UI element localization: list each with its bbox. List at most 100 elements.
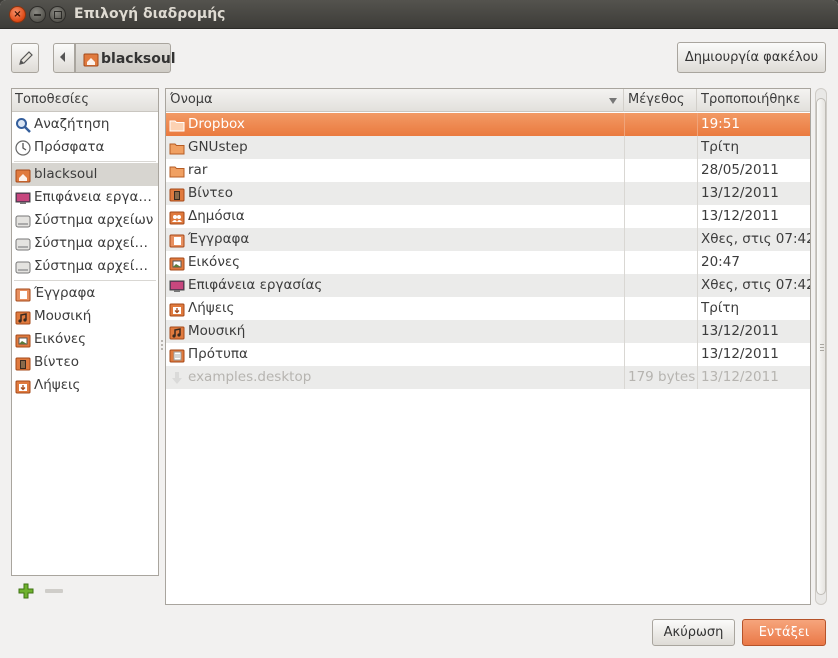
column-divider: [697, 136, 698, 159]
column-divider: [624, 251, 625, 274]
places-separator: [14, 280, 156, 281]
file-modified: Τρίτη: [701, 139, 740, 155]
title-bar: × Επιλογή διαδρομής: [0, 0, 838, 29]
drive-icon: [15, 215, 31, 228]
file-row[interactable]: GNUstep Τρίτη: [166, 136, 810, 159]
remove-bookmark-button[interactable]: [45, 589, 63, 593]
column-divider: [697, 228, 698, 251]
places-header[interactable]: Τοποθεσίες: [12, 89, 158, 112]
place-item-label: Εικόνες: [34, 331, 87, 347]
file-modified: Χθες, στις 07:42: [701, 231, 810, 247]
file-row[interactable]: Επιφάνεια εργασίας Χθες, στις 07:42: [166, 274, 810, 297]
file-row[interactable]: Εικόνες 20:47: [166, 251, 810, 274]
maximize-window-button[interactable]: [49, 6, 66, 23]
file-modified: 13/12/2011: [701, 346, 779, 362]
column-header-name[interactable]: Όνομα: [166, 89, 624, 112]
place-item-search[interactable]: Αναζήτηση: [12, 113, 158, 136]
place-item-filesystem[interactable]: Σύστημα αρχείων: [12, 209, 158, 232]
file-modified: Τρίτη: [701, 300, 740, 316]
file-row[interactable]: Δημόσια 13/12/2011: [166, 205, 810, 228]
drive-icon: [15, 261, 31, 274]
column-divider: [697, 113, 698, 136]
file-row[interactable]: Λήψεις Τρίτη: [166, 297, 810, 320]
place-item-label: Λήψεις: [34, 377, 81, 393]
file-name: Μουσική: [188, 323, 246, 339]
file-row[interactable]: Πρότυπα 13/12/2011: [166, 343, 810, 366]
column-divider: [697, 320, 698, 343]
column-divider: [624, 182, 625, 205]
column-header-size[interactable]: Μέγεθος: [624, 89, 697, 112]
maximize-icon: [50, 7, 65, 22]
place-item-recent[interactable]: Πρόσφατα: [12, 136, 158, 159]
type-location-button[interactable]: [11, 43, 39, 73]
file-name: Δημόσια: [188, 208, 245, 224]
file-row[interactable]: Έγγραφα Χθες, στις 07:42: [166, 228, 810, 251]
column-divider: [697, 251, 698, 274]
place-item-downloads[interactable]: Λήψεις: [12, 374, 158, 397]
minimize-window-button[interactable]: [29, 6, 46, 23]
column-divider: [697, 274, 698, 297]
place-item-pictures[interactable]: Εικόνες: [12, 328, 158, 351]
pane-splitter[interactable]: [161, 340, 164, 350]
path-button-home[interactable]: blacksoul: [75, 43, 176, 73]
column-divider: [697, 182, 698, 205]
create-folder-button[interactable]: Δημιουργία φακέλου: [677, 42, 826, 73]
file-list: Όνομα Μέγεθος Τροποποιήθηκε Dropbox 19:5…: [165, 88, 811, 605]
file-name: Λήψεις: [188, 300, 235, 316]
drive-icon: [15, 238, 31, 251]
add-bookmark-button[interactable]: [17, 582, 35, 600]
file-name: rar: [188, 162, 208, 178]
desktop-icon: [169, 280, 185, 292]
place-item-filesystem-2[interactable]: Σύστημα αρχεί…: [12, 232, 158, 255]
place-item-home[interactable]: blacksoul: [12, 163, 158, 186]
column-divider: [697, 205, 698, 228]
column-divider: [624, 136, 625, 159]
pictures-folder-icon: [169, 257, 185, 271]
close-icon: ×: [13, 9, 22, 20]
file-name: Βίντεο: [188, 185, 234, 201]
file-name: GNUstep: [188, 139, 248, 155]
search-icon: [16, 118, 31, 133]
pictures-folder-icon: [15, 334, 31, 348]
minimize-icon: [30, 7, 45, 22]
templates-folder-icon: [169, 349, 185, 363]
column-divider: [697, 297, 698, 320]
folder-icon: [169, 166, 185, 178]
place-item-label: Μουσική: [34, 308, 92, 324]
column-divider: [624, 343, 625, 366]
place-item-music[interactable]: Μουσική: [12, 305, 158, 328]
file-row[interactable]: Dropbox 19:51: [166, 113, 810, 136]
desktop-icon: [15, 192, 31, 204]
place-item-label: Πρόσφατα: [34, 139, 105, 155]
file-row[interactable]: Μουσική 13/12/2011: [166, 320, 810, 343]
path-back-button[interactable]: [53, 43, 75, 73]
column-header-modified[interactable]: Τροποποιήθηκε: [697, 89, 810, 112]
places-sidebar: Τοποθεσίες Αναζήτηση Πρόσφατα blacksoul …: [11, 88, 159, 576]
file-size: 179 bytes: [628, 369, 696, 385]
place-item-videos[interactable]: Βίντεο: [12, 351, 158, 374]
video-folder-icon: [169, 188, 185, 202]
downloads-folder-icon: [15, 380, 31, 394]
file-row[interactable]: Βίντεο 13/12/2011: [166, 182, 810, 205]
column-divider: [624, 297, 625, 320]
file-row: examples.desktop 179 bytes 13/12/2011: [166, 366, 810, 389]
window-title: Επιλογή διαδρομής: [74, 6, 226, 22]
file-name: Πρότυπα: [188, 346, 248, 362]
place-item-documents[interactable]: Έγγραφα: [12, 282, 158, 305]
file-chooser-dialog: × Επιλογή διαδρομής blacksoul Δημιουργία…: [0, 0, 838, 658]
close-window-button[interactable]: ×: [9, 6, 26, 23]
place-item-filesystem-3[interactable]: Σύστημα αρχεί…: [12, 255, 158, 278]
create-folder-label: Δημιουργία φακέλου: [684, 50, 819, 65]
place-item-desktop[interactable]: Επιφάνεια εργα…: [12, 186, 158, 209]
video-folder-icon: [15, 357, 31, 371]
file-list-scrollbar[interactable]: [815, 88, 827, 605]
scroll-thumb[interactable]: [816, 98, 826, 595]
file-list-header: Όνομα Μέγεθος Τροποποιήθηκε: [166, 89, 810, 112]
cancel-button[interactable]: Ακύρωση: [652, 619, 735, 646]
folder-icon: [169, 120, 185, 132]
file-row[interactable]: rar 28/05/2011: [166, 159, 810, 182]
home-folder-icon: [83, 53, 99, 67]
folder-icon: [169, 143, 185, 155]
ok-button[interactable]: Εντάξει: [742, 619, 826, 646]
file-modified: 13/12/2011: [701, 208, 779, 224]
